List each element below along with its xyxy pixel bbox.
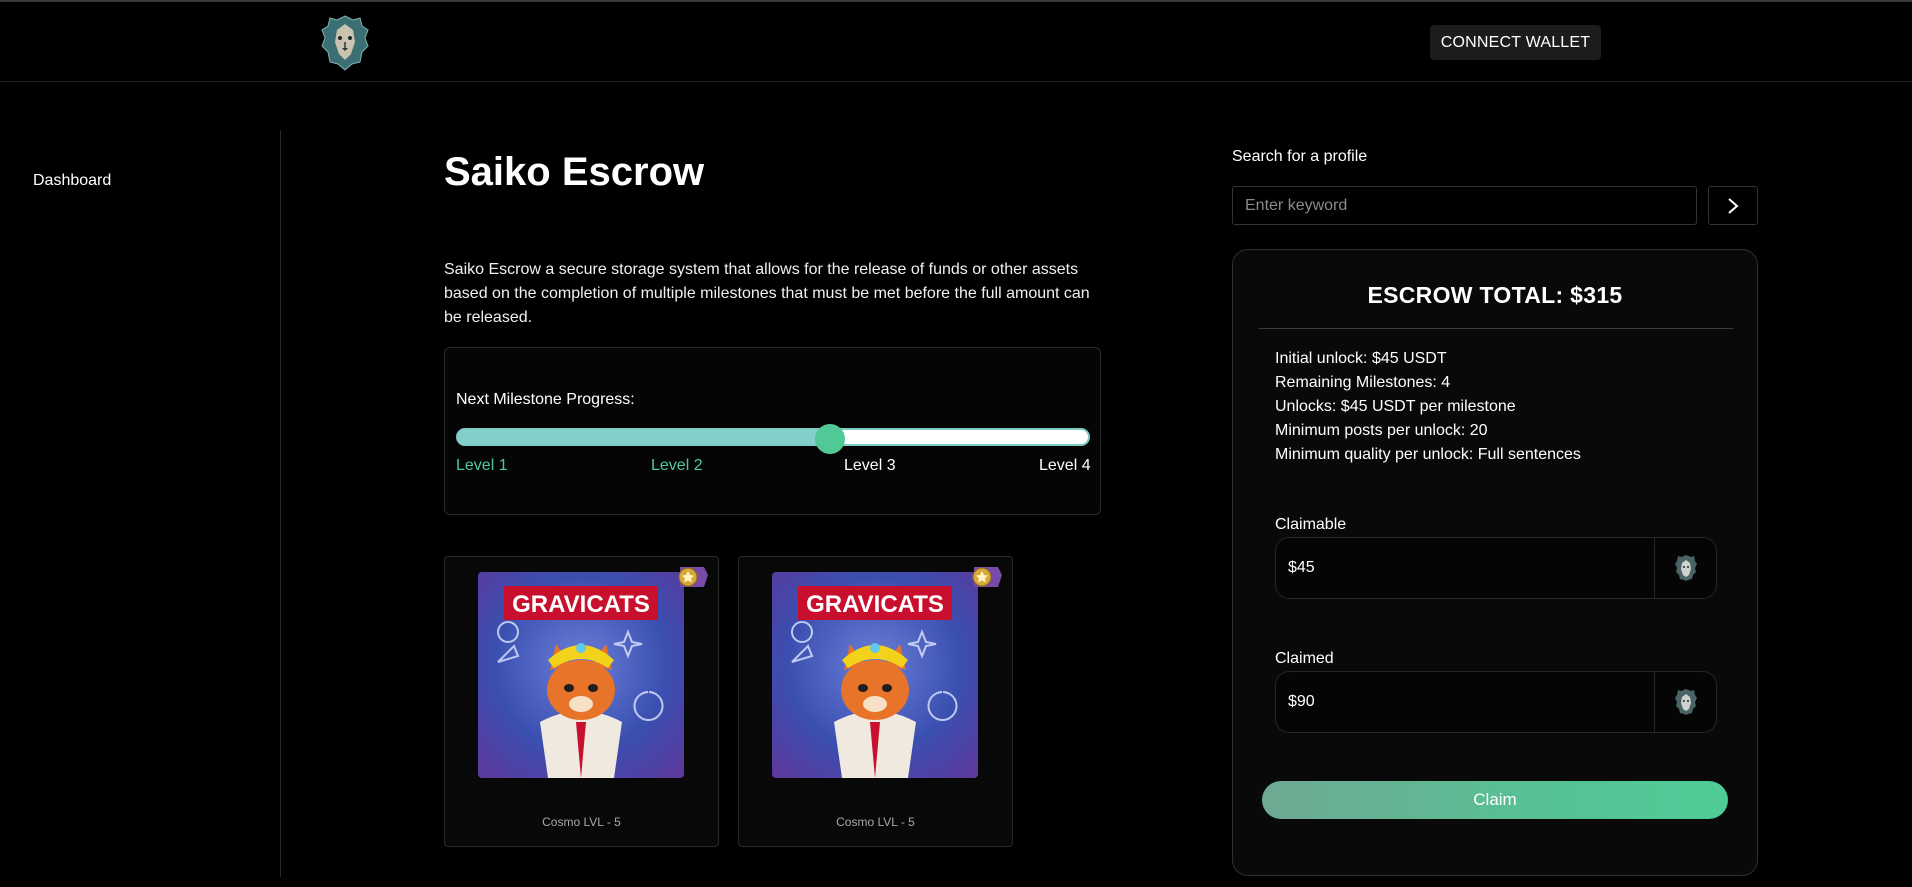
milestone-progress-label: Next Milestone Progress: <box>456 391 635 408</box>
claimable-field: $45 <box>1275 537 1717 599</box>
medal-badge-icon <box>676 565 708 589</box>
escrow-total: ESCROW TOTAL: $315 <box>1367 282 1623 308</box>
level-4-label: Level 4 <box>1039 457 1091 474</box>
milestone-progress-thumb[interactable] <box>815 424 846 454</box>
nft-card[interactable]: GRAVICATS Cosmo LVL - 5 <box>738 556 1013 847</box>
chevron-right-icon <box>1728 197 1739 214</box>
info-unlock-amount: Unlocks: $45 USDT per milestone <box>1275 398 1516 415</box>
search-submit-button[interactable] <box>1708 186 1758 225</box>
level-1-label: Level 1 <box>456 457 508 474</box>
nft-caption: Cosmo LVL - 5 <box>836 815 915 829</box>
app-header: CONNECT WALLET <box>0 2 1912 82</box>
info-minimum-quality: Minimum quality per unlock: Full sentenc… <box>1275 446 1581 463</box>
nft-caption: Cosmo LVL - 5 <box>542 815 621 829</box>
level-3-label: Level 3 <box>844 457 896 474</box>
sidebar-item-dashboard[interactable]: Dashboard <box>33 172 111 190</box>
lion-token-icon <box>1654 672 1716 732</box>
connect-wallet-button[interactable]: CONNECT WALLET <box>1430 25 1601 60</box>
lion-logo-icon[interactable] <box>320 14 370 72</box>
nft-image-title: GRAVICATS <box>806 591 944 618</box>
nft-image: GRAVICATS <box>478 572 684 778</box>
nft-image-title: GRAVICATS <box>512 591 650 618</box>
info-initial-unlock: Initial unlock: $45 USDT <box>1275 350 1447 367</box>
claimed-field: $90 <box>1275 671 1717 733</box>
medal-badge-icon <box>970 565 1002 589</box>
milestone-progress-track <box>456 428 1090 446</box>
milestone-progress-card: Next Milestone Progress: Level 1 Level 2… <box>444 347 1101 515</box>
search-label: Search for a profile <box>1232 148 1368 165</box>
level-2-label: Level 2 <box>651 457 703 474</box>
nft-card[interactable]: GRAVICATS Cosmo LVL - 5 <box>444 556 719 847</box>
lion-token-icon <box>1654 538 1716 598</box>
claimable-label: Claimable <box>1275 516 1347 533</box>
page-title: Saiko Escrow <box>444 150 705 194</box>
divider <box>1259 328 1733 329</box>
info-minimum-posts: Minimum posts per unlock: 20 <box>1275 422 1488 439</box>
claim-button[interactable]: Claim <box>1262 781 1728 819</box>
claimed-value: $90 <box>1288 693 1315 710</box>
escrow-description: Saiko Escrow a secure storage system tha… <box>444 261 1090 326</box>
info-remaining-milestones: Remaining Milestones: 4 <box>1275 374 1451 391</box>
milestone-progress-fill <box>458 430 830 444</box>
escrow-card: ESCROW TOTAL: $315 Initial unlock: $45 U… <box>1232 249 1758 876</box>
search-input[interactable] <box>1232 186 1697 225</box>
claimable-value: $45 <box>1288 559 1315 576</box>
sidebar: Dashboard <box>0 130 281 877</box>
claimed-label: Claimed <box>1275 650 1334 667</box>
escrow-info-list: Initial unlock: $45 USDT Remaining Miles… <box>1275 347 1581 467</box>
nft-image: GRAVICATS <box>772 572 978 778</box>
